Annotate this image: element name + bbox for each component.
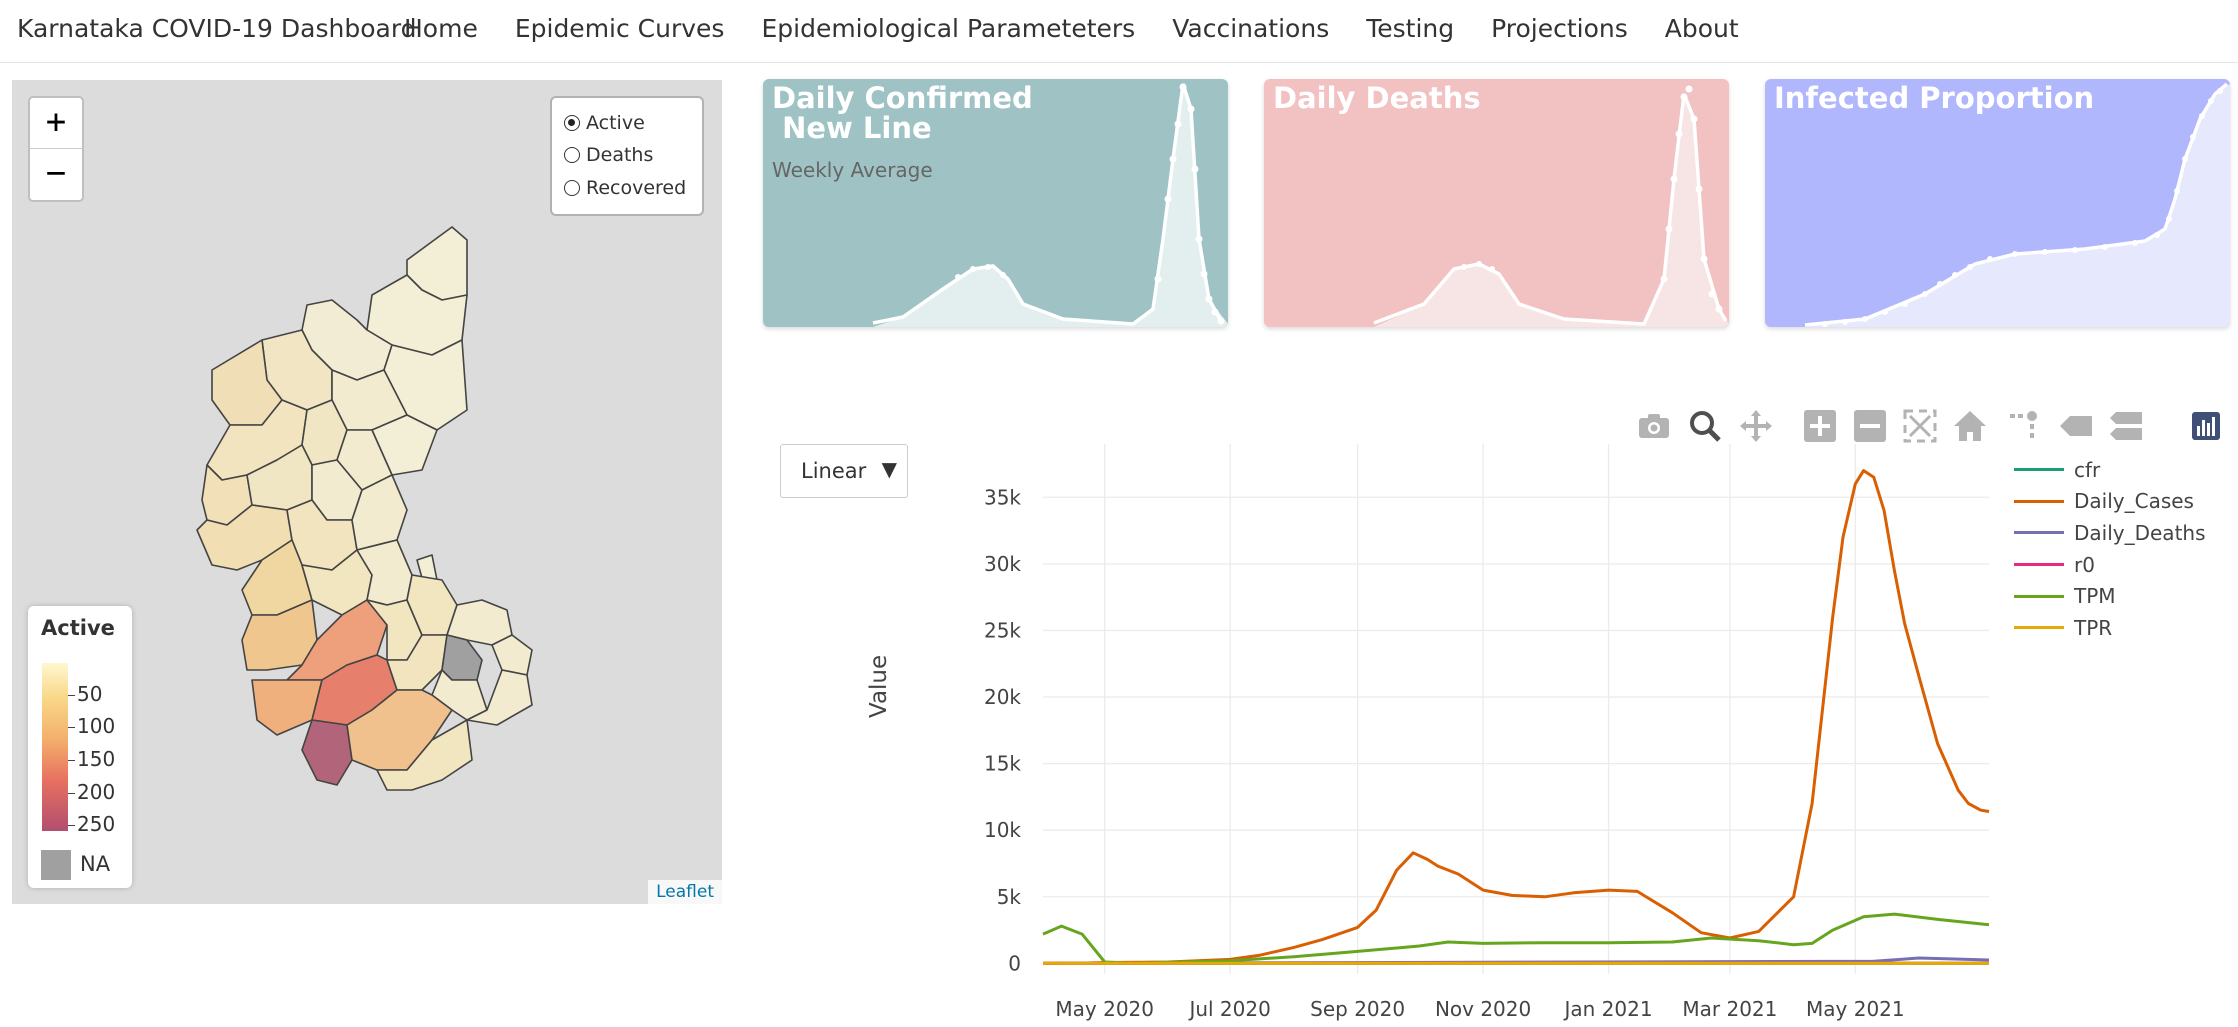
zoom-out-button[interactable]: − bbox=[30, 149, 82, 199]
card-daily-confirmed: Daily Confirmed New Line Weekly Average bbox=[763, 79, 1228, 327]
legend-item-daily-cases[interactable]: Daily_Cases bbox=[2014, 486, 2234, 518]
radio-option-active[interactable]: Active bbox=[564, 112, 645, 134]
card-subtitle: Weekly Average bbox=[772, 158, 933, 182]
timeseries-line-chart[interactable]: 0 5k 10k 15k 20k 25k 30k 35k May 2020 Jul 2020 Se… bbox=[860, 440, 2020, 1027]
legend-label: 200 bbox=[77, 780, 116, 804]
x-tick-label: Sep 2020 bbox=[1310, 997, 1405, 1021]
hover-closest-icon[interactable] bbox=[2058, 408, 2094, 444]
card-infected-proportion: Infected Proportion bbox=[1765, 79, 2230, 327]
choropleth-map[interactable]: + − Active Deaths Recovered Active 50 10… bbox=[12, 80, 722, 904]
legend-label: r0 bbox=[2074, 552, 2095, 577]
legend-swatch bbox=[2014, 626, 2064, 630]
x-tick-label: Jan 2021 bbox=[1562, 997, 1652, 1021]
na-label: NA bbox=[80, 852, 111, 876]
nav-link-about[interactable]: About bbox=[1665, 14, 1739, 43]
map-legend: Active 50 100 150 200 250 NA bbox=[28, 606, 132, 888]
legend-tick bbox=[68, 695, 75, 696]
nav-link-epidemic-curves[interactable]: Epidemic Curves bbox=[515, 14, 725, 43]
radio-label-recovered: Recovered bbox=[586, 177, 687, 199]
legend-label: 150 bbox=[77, 747, 116, 771]
sparkline-infected-proportion bbox=[1804, 82, 2230, 327]
legend-label: TPM bbox=[2074, 584, 2116, 609]
series-line-tpm[interactable] bbox=[1042, 912, 1990, 965]
legend-tick bbox=[68, 760, 75, 761]
zoom-control: + − bbox=[28, 96, 84, 202]
card-daily-deaths: Daily Deaths bbox=[1264, 79, 1729, 327]
radio-label-active: Active bbox=[586, 112, 645, 134]
y-tick-label: 30k bbox=[984, 552, 1021, 576]
camera-icon[interactable] bbox=[1636, 408, 1672, 444]
legend-label: 50 bbox=[77, 682, 103, 706]
legend-label: cfr bbox=[2074, 457, 2101, 482]
zoom-in-button[interactable]: + bbox=[30, 98, 82, 149]
legend-item-r0[interactable]: r0 bbox=[2014, 549, 2234, 581]
zoom-out-icon[interactable] bbox=[1852, 408, 1888, 444]
nav-link-projections[interactable]: Projections bbox=[1491, 14, 1628, 43]
card-title: Daily Deaths bbox=[1273, 81, 1481, 115]
x-tick-label: May 2020 bbox=[1055, 997, 1154, 1021]
radio-option-deaths[interactable]: Deaths bbox=[564, 144, 653, 166]
pan-icon[interactable] bbox=[1738, 408, 1774, 444]
sparkline-daily-deaths bbox=[1373, 85, 1729, 327]
zoom-icon[interactable] bbox=[1687, 408, 1723, 444]
legend-swatch bbox=[2014, 499, 2064, 503]
legend-swatch bbox=[2014, 594, 2064, 598]
legend-swatch bbox=[2014, 531, 2064, 535]
legend-tick bbox=[68, 727, 75, 728]
legend-label: Daily_Deaths bbox=[2074, 520, 2206, 545]
layer-selector: Active Deaths Recovered bbox=[550, 96, 704, 216]
card-title: Daily Confirmed New Line bbox=[772, 81, 1033, 145]
legend-item-tpr[interactable]: TPR bbox=[2014, 612, 2234, 644]
legend-label: TPR bbox=[2074, 615, 2113, 640]
x-tick-label: Nov 2020 bbox=[1435, 997, 1531, 1021]
legend-tick bbox=[68, 825, 75, 826]
legend-label: 100 bbox=[77, 714, 116, 738]
legend-label: 250 bbox=[77, 812, 116, 836]
y-axis-label: Value bbox=[866, 654, 892, 718]
map-legend-colorbar bbox=[42, 663, 68, 831]
nav-link-home[interactable]: Home bbox=[404, 14, 478, 43]
radio-option-recovered[interactable]: Recovered bbox=[564, 177, 686, 199]
hover-compare-icon[interactable] bbox=[2108, 408, 2144, 444]
radio-button-active[interactable] bbox=[564, 115, 580, 131]
y-tick-label: 5k bbox=[997, 885, 1022, 909]
y-tick-label: 35k bbox=[984, 485, 1021, 509]
nav-links: Home Epidemic Curves Epidemiological Par… bbox=[404, 14, 1739, 43]
x-tick-label: Jul 2020 bbox=[1187, 997, 1270, 1021]
na-swatch bbox=[41, 850, 71, 880]
chart-legend: cfr Daily_Cases Daily_Deaths r0 TPM TPR bbox=[2014, 454, 2234, 644]
map-legend-title: Active bbox=[41, 616, 115, 640]
autoscale-icon[interactable] bbox=[1902, 408, 1938, 444]
radio-label-deaths: Deaths bbox=[586, 144, 654, 166]
x-tick-label: May 2021 bbox=[1806, 997, 1905, 1021]
home-icon[interactable] bbox=[1952, 408, 1988, 444]
radio-button-deaths[interactable] bbox=[564, 147, 580, 163]
card-title: Infected Proportion bbox=[1774, 81, 2095, 115]
y-tick-label: 0 bbox=[1008, 951, 1021, 975]
leaflet-attribution-link[interactable]: Leaflet bbox=[648, 880, 722, 904]
legend-tick bbox=[68, 793, 75, 794]
y-tick-label: 15k bbox=[984, 752, 1021, 776]
y-tick-label: 10k bbox=[984, 818, 1021, 842]
top-navbar: Karnataka COVID-19 Dashboard Home Epidem… bbox=[0, 0, 2238, 63]
nav-link-testing[interactable]: Testing bbox=[1366, 14, 1454, 43]
radio-button-recovered[interactable] bbox=[564, 180, 580, 196]
nav-link-vaccinations[interactable]: Vaccinations bbox=[1172, 14, 1329, 43]
series-line-daily-cases[interactable] bbox=[1042, 469, 1990, 965]
legend-item-tpm[interactable]: TPM bbox=[2014, 580, 2234, 612]
legend-item-daily-deaths[interactable]: Daily_Deaths bbox=[2014, 517, 2234, 549]
plotly-logo-icon[interactable] bbox=[2188, 408, 2224, 444]
legend-swatch bbox=[2014, 468, 2064, 472]
legend-swatch bbox=[2014, 563, 2064, 567]
scale-dropdown-value: Linear bbox=[801, 459, 867, 483]
y-tick-label: 20k bbox=[984, 685, 1021, 709]
legend-label: Daily_Cases bbox=[2074, 489, 2194, 514]
x-tick-label: Mar 2021 bbox=[1682, 997, 1777, 1021]
spike-lines-icon[interactable] bbox=[2006, 408, 2042, 444]
legend-item-cfr[interactable]: cfr bbox=[2014, 454, 2234, 486]
y-tick-label: 25k bbox=[984, 618, 1021, 642]
zoom-in-icon[interactable] bbox=[1802, 408, 1838, 444]
nav-link-epidemiological-parameters[interactable]: Epidemiological Parameteters bbox=[761, 14, 1135, 43]
brand-title[interactable]: Karnataka COVID-19 Dashboard bbox=[17, 14, 417, 43]
